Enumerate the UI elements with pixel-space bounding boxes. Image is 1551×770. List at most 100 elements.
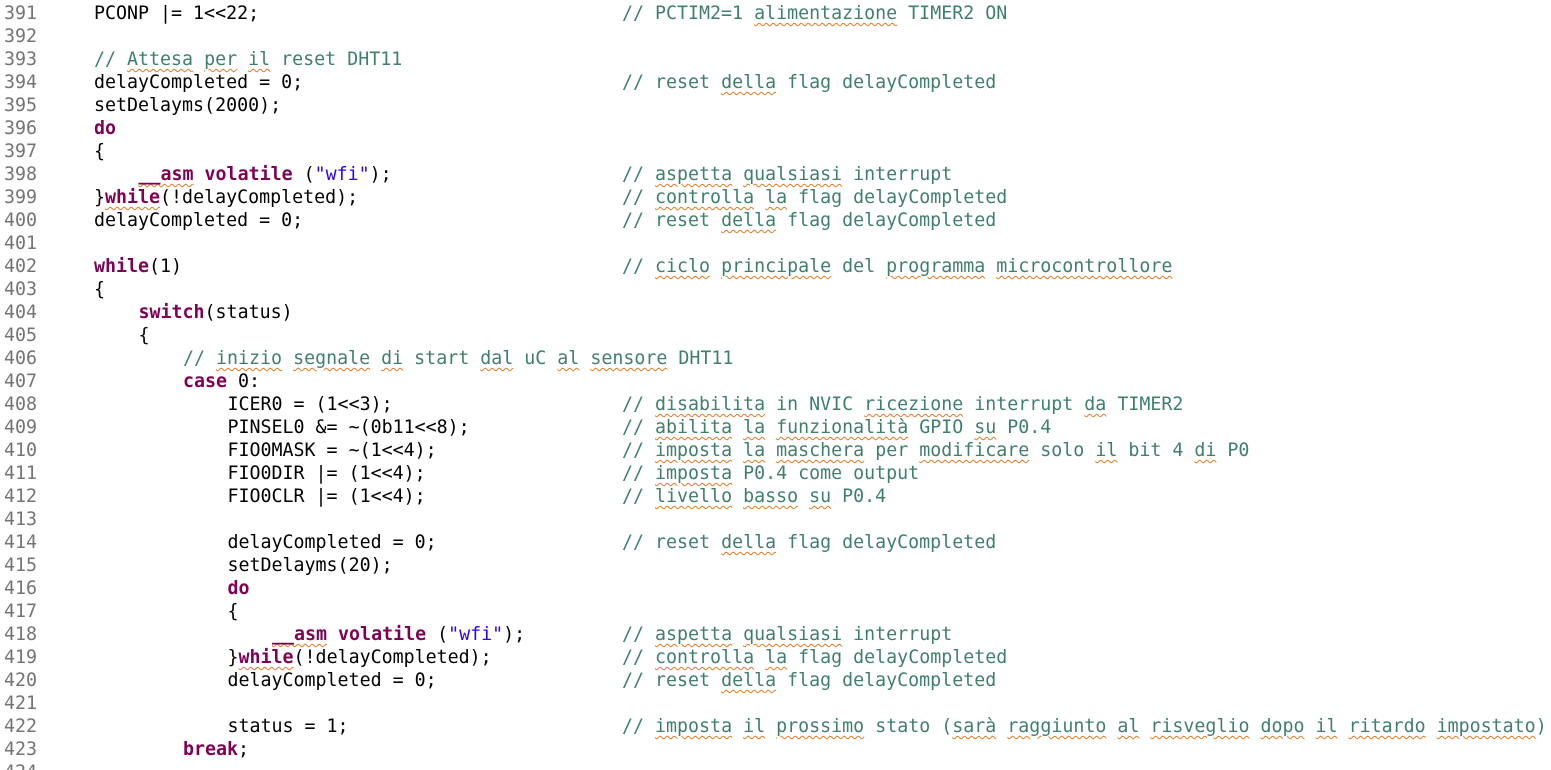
line-number: 396 <box>4 118 38 139</box>
comment-token: programma <box>886 256 986 277</box>
code-line[interactable]: 396 do <box>0 117 1551 140</box>
comment-token <box>732 624 743 645</box>
code-token: ); <box>369 164 392 185</box>
code-line[interactable]: 402 while(1) // ciclo principale del progr… <box>0 255 1551 278</box>
comment-token: flag delayCompleted <box>776 210 997 231</box>
line-number: 421 <box>4 693 38 714</box>
code-line[interactable]: 415 setDelayms(20); <box>0 554 1551 577</box>
comment-token: il <box>1315 716 1338 737</box>
code-line[interactable]: 398 __asm volatile ("wfi"); // aspetta qua… <box>0 163 1551 186</box>
inline-comment: // disabilita in NVIC ricezione interrup… <box>622 393 1183 416</box>
comment-token: ) <box>1535 716 1547 737</box>
code-token: delayCompleted = 0; <box>94 210 304 231</box>
line-number: 404 <box>4 302 38 323</box>
code-line[interactable]: 392 <box>0 25 1551 48</box>
comment-token <box>996 716 1007 737</box>
code-text: break; <box>183 738 249 761</box>
code-token: __asm <box>138 164 194 185</box>
code-token: volatile <box>204 164 293 185</box>
code-token: status = 1; <box>227 716 349 737</box>
line-number: 418 <box>4 624 38 645</box>
comment-token: basso <box>743 486 799 507</box>
code-line[interactable]: 421 <box>0 692 1551 715</box>
line-number: 423 <box>4 739 38 760</box>
code-token: il <box>248 49 271 70</box>
code-text: FIO0CLR |= (1<<4); <box>228 485 426 508</box>
line-number: 412 <box>4 486 38 507</box>
comment-token: ciclo <box>655 256 711 277</box>
comment-token: stato ( <box>864 716 953 737</box>
code-line[interactable]: 413 <box>0 508 1551 531</box>
comment-token: il <box>1095 440 1118 461</box>
code-token: inizio <box>216 348 283 369</box>
code-token: do <box>94 118 117 139</box>
code-token: volatile <box>338 624 427 645</box>
code-line[interactable]: 404 switch(status) <box>0 301 1551 324</box>
comment-token: la <box>765 187 788 208</box>
code-token: DHT11 <box>667 348 734 369</box>
code-text: { <box>94 140 105 163</box>
code-line[interactable]: 403 { <box>0 278 1551 301</box>
code-line[interactable]: 410 FIO0MASK = ~(1<<4); // imposta la masc… <box>0 439 1551 462</box>
comment-token <box>732 417 743 438</box>
code-line[interactable]: 408 ICER0 = (1<<3); // disabilita in NVIC … <box>0 393 1551 416</box>
code-line[interactable]: 391 PCONP |= 1<<22; // PCTIM2=1 alimentazi… <box>0 2 1551 25</box>
code-line[interactable]: 412 FIO0CLR |= (1<<4); // livello basso su… <box>0 485 1551 508</box>
code-editor[interactable]: 391 PCONP |= 1<<22; // PCTIM2=1 alimentazi… <box>0 0 1551 770</box>
code-line[interactable]: 406 // inizio segnale di start dal uC al … <box>0 347 1551 370</box>
comment-token: impostato <box>1436 716 1536 737</box>
comment-token: interrupt <box>842 624 953 645</box>
comment-token: su <box>974 417 997 438</box>
comment-token: la <box>743 440 766 461</box>
code-token: switch <box>138 302 205 323</box>
comment-token <box>754 647 765 668</box>
code-text: switch(status) <box>139 301 293 324</box>
line-number: 414 <box>4 532 38 553</box>
code-line[interactable]: 424 <box>0 761 1551 770</box>
code-token: FIO0MASK = ~(1<<4); <box>227 440 437 461</box>
code-line[interactable]: 417 { <box>0 600 1551 623</box>
code-line[interactable]: 416 do <box>0 577 1551 600</box>
comment-token: P0.4 <box>831 486 887 507</box>
code-token: delayCompleted = 0; <box>94 72 304 93</box>
line-number: 400 <box>4 210 38 231</box>
comment-token <box>732 164 743 185</box>
code-line[interactable]: 395 setDelayms(2000); <box>0 94 1551 117</box>
code-text: setDelayms(20); <box>228 554 393 577</box>
inline-comment: // reset della flag delayCompleted <box>622 209 996 232</box>
comment-token: // reset <box>622 72 722 93</box>
code-line[interactable]: 419}while(!delayCompleted);// controlla … <box>0 646 1551 669</box>
code-text: status = 1; <box>228 715 349 738</box>
code-line[interactable]: 423 break; <box>0 738 1551 761</box>
code-line[interactable]: 420 delayCompleted = 0; // reset della fla… <box>0 669 1551 692</box>
code-text: { <box>94 278 105 301</box>
code-line[interactable]: 401 <box>0 232 1551 255</box>
comment-token: maschera <box>776 440 865 461</box>
comment-token: P0.4 come output <box>732 463 920 484</box>
code-line[interactable]: 405 { <box>0 324 1551 347</box>
comment-token: flag delayCompleted <box>787 187 1008 208</box>
comment-token <box>1249 716 1260 737</box>
inline-comment: // livello basso su P0.4 <box>622 485 886 508</box>
code-line[interactable]: 397 { <box>0 140 1551 163</box>
code-line[interactable]: 409 PINSEL0 &= ~(0b11<<8); // abilita la f… <box>0 416 1551 439</box>
comment-token <box>710 256 721 277</box>
code-token: do <box>227 578 250 599</box>
code-line[interactable]: 393 // Attesa per il reset DHT11 <box>0 48 1551 71</box>
comment-token: // <box>622 187 656 208</box>
code-line[interactable]: 394 delayCompleted = 0; // reset della fla… <box>0 71 1551 94</box>
code-line[interactable]: 418 __asm volatile ("wfi"); // aspetta qua… <box>0 623 1551 646</box>
code-line[interactable]: 414 delayCompleted = 0; // reset della fla… <box>0 531 1551 554</box>
code-line[interactable]: 400 delayCompleted = 0; // reset della fla… <box>0 209 1551 232</box>
code-line[interactable]: 399}while(!delayCompleted);// controlla … <box>0 186 1551 209</box>
code-line[interactable]: 407 case 0: <box>0 370 1551 393</box>
line-number: 391 <box>4 3 38 24</box>
comment-token: imposta <box>655 463 733 484</box>
code-line[interactable]: 411 FIO0DIR |= (1<<4); // imposta P0.4 com… <box>0 462 1551 485</box>
comment-token: // <box>622 394 656 415</box>
code-line[interactable]: 422 status = 1; // imposta il prossimo sta… <box>0 715 1551 738</box>
line-number: 410 <box>4 440 38 461</box>
inline-comment: // reset della flag delayCompleted <box>622 531 996 554</box>
comment-token: disabilita <box>655 394 766 415</box>
